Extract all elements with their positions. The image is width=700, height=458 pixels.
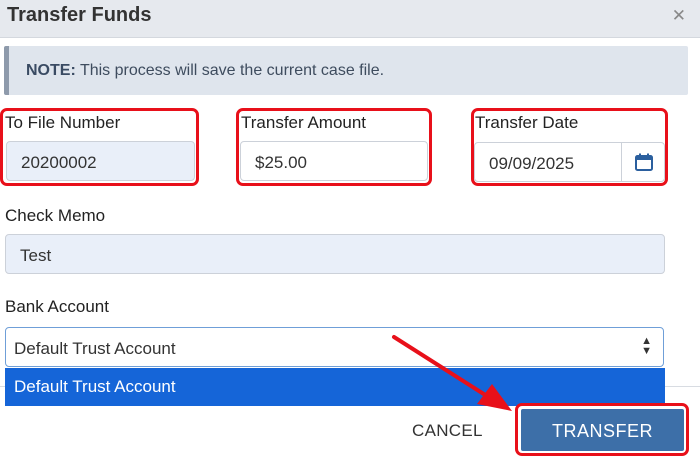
bank-account-label: Bank Account — [5, 297, 109, 316]
check-memo-input[interactable]: Test — [5, 234, 665, 274]
dropdown-option[interactable]: Default Trust Account — [5, 368, 665, 406]
bank-account-select[interactable]: Default Trust Account ▲ ▼ — [5, 327, 664, 367]
highlight-box-file-number — [0, 108, 199, 186]
close-icon[interactable]: ✕ — [672, 6, 686, 26]
highlight-box-transfer — [515, 403, 689, 456]
highlight-box-amount — [236, 108, 432, 186]
note-text: This process will save the current case … — [75, 62, 385, 79]
dialog-title: Transfer Funds — [7, 4, 152, 26]
note-banner: NOTE: This process will save the current… — [4, 46, 688, 95]
highlight-box-date — [471, 108, 668, 186]
check-memo-label: Check Memo — [5, 206, 106, 225]
bank-account-selected: Default Trust Account — [14, 339, 176, 358]
note-prefix: NOTE: — [26, 62, 76, 79]
cancel-button[interactable]: CANCEL — [412, 421, 483, 441]
select-arrows-icon: ▲ ▼ — [641, 335, 652, 357]
dialog-header: Transfer Funds ✕ — [0, 0, 700, 38]
